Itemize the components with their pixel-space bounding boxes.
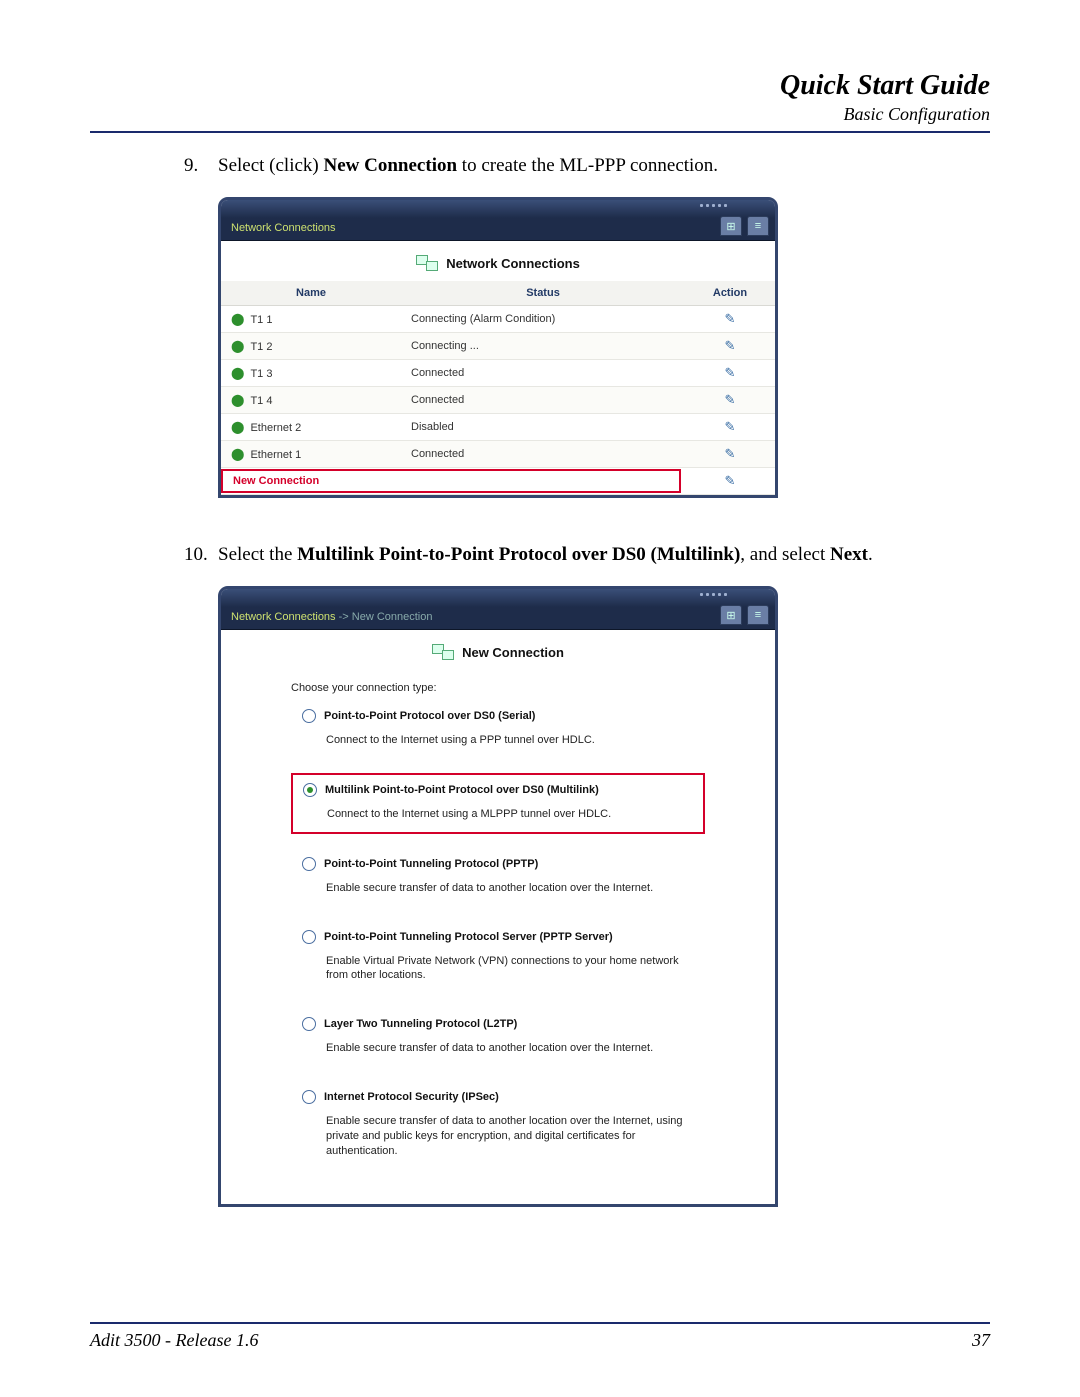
- step-9-number: 9.: [184, 155, 218, 177]
- screenshot-network-connections: ⊞ ≡ Network Connections Network Connecti…: [218, 197, 990, 498]
- step-10: 10. Select the Multilink Point-to-Point …: [184, 544, 990, 566]
- new-connection-row: New Connection ✎: [221, 468, 775, 495]
- iface-name: T1 2: [250, 341, 272, 353]
- footer-page: 37: [972, 1330, 990, 1351]
- window-titlebar: ⊞ ≡: [221, 589, 775, 607]
- interface-icon: ⬤: [231, 312, 244, 326]
- iface-status: Connecting (Alarm Condition): [401, 306, 685, 333]
- option-description: Enable secure transfer of data to anothe…: [302, 1031, 694, 1056]
- table-row[interactable]: ⬤ Ethernet 1 Connected ✎: [221, 441, 775, 468]
- page-footer: Adit 3500 - Release 1.6 37: [90, 1322, 990, 1351]
- radio-button[interactable]: [302, 1017, 316, 1031]
- table-row[interactable]: ⬤ Ethernet 2 Disabled ✎: [221, 414, 775, 441]
- iface-name: Ethernet 1: [250, 449, 301, 461]
- edit-icon[interactable]: ✎: [725, 365, 736, 380]
- option-title: Multilink Point-to-Point Protocol over D…: [325, 784, 599, 796]
- iface-status: Connected: [401, 441, 685, 468]
- option-title: Layer Two Tunneling Protocol (L2TP): [324, 1018, 517, 1030]
- iface-name: T1 3: [250, 368, 272, 380]
- iface-status: Connected: [401, 387, 685, 414]
- edit-icon[interactable]: ✎: [725, 338, 736, 353]
- iface-name: T1 4: [250, 395, 272, 407]
- new-connection-link[interactable]: New Connection: [233, 475, 319, 487]
- col-action: Action: [685, 281, 775, 306]
- option-description: Enable Virtual Private Network (VPN) con…: [302, 944, 694, 984]
- connection-type-options: Point-to-Point Protocol over DS0 (Serial…: [221, 700, 775, 1204]
- new-connection-highlight: New Connection: [221, 469, 681, 493]
- screenshot-new-connection: ⊞ ≡ Network Connections -> New Connectio…: [218, 586, 990, 1207]
- panel-title: New Connection: [221, 630, 775, 670]
- option-description: Connect to the Internet using a MLPPP tu…: [303, 797, 693, 822]
- edit-icon[interactable]: ✎: [725, 446, 736, 461]
- radio-button[interactable]: [303, 783, 317, 797]
- option-description: Enable secure transfer of data to anothe…: [302, 871, 694, 896]
- step-10-text: Select the Multilink Point-to-Point Prot…: [218, 544, 990, 566]
- page-header: Quick Start Guide Basic Configuration: [90, 70, 990, 133]
- table-row[interactable]: ⬤ T1 1 Connecting (Alarm Condition) ✎: [221, 306, 775, 333]
- iface-status: Disabled: [401, 414, 685, 441]
- breadcrumb: Network Connections: [221, 218, 775, 241]
- edit-icon[interactable]: ✎: [725, 392, 736, 407]
- option-title: Point-to-Point Tunneling Protocol Server…: [324, 931, 613, 943]
- option-description: Enable secure transfer of data to anothe…: [302, 1104, 694, 1159]
- step-9: 9. Select (click) New Connection to crea…: [184, 155, 990, 177]
- breadcrumb: Network Connections -> New Connection: [221, 607, 775, 630]
- step-10-number: 10.: [184, 544, 218, 566]
- option-title: Internet Protocol Security (IPSec): [324, 1091, 499, 1103]
- radio-button[interactable]: [302, 709, 316, 723]
- titlebar-icon-2[interactable]: ≡: [747, 216, 769, 236]
- table-row[interactable]: ⬤ T1 4 Connected ✎: [221, 387, 775, 414]
- iface-name: T1 1: [250, 314, 272, 326]
- connection-type-option[interactable]: Internet Protocol Security (IPSec)Enable…: [291, 1081, 705, 1170]
- connections-table: Name Status Action ⬤ T1 1 Connecting (Alar…: [221, 281, 775, 495]
- table-row[interactable]: ⬤ T1 2 Connecting ... ✎: [221, 333, 775, 360]
- iface-status: Connected: [401, 360, 685, 387]
- connection-type-option[interactable]: Multilink Point-to-Point Protocol over D…: [291, 773, 705, 834]
- option-title: Point-to-Point Tunneling Protocol (PPTP): [324, 858, 538, 870]
- iface-status: Connecting ...: [401, 333, 685, 360]
- choose-label: Choose your connection type:: [221, 670, 775, 700]
- radio-button[interactable]: [302, 857, 316, 871]
- footer-product: Adit 3500 - Release 1.6: [90, 1330, 258, 1351]
- doc-title: Quick Start Guide: [90, 70, 990, 102]
- connection-type-option[interactable]: Layer Two Tunneling Protocol (L2TP)Enabl…: [291, 1008, 705, 1067]
- window-titlebar: ⊞ ≡: [221, 200, 775, 218]
- titlebar-icon-2[interactable]: ≡: [747, 605, 769, 625]
- table-row[interactable]: ⬤ T1 3 Connected ✎: [221, 360, 775, 387]
- connection-type-option[interactable]: Point-to-Point Tunneling Protocol Server…: [291, 921, 705, 995]
- step-9-text: Select (click) New Connection to create …: [218, 155, 990, 177]
- connection-type-option[interactable]: Point-to-Point Tunneling Protocol (PPTP)…: [291, 848, 705, 907]
- radio-button[interactable]: [302, 1090, 316, 1104]
- radio-button[interactable]: [302, 930, 316, 944]
- panel-title: Network Connections: [221, 241, 775, 281]
- interface-icon: ⬤: [231, 447, 244, 461]
- network-icon: [432, 644, 454, 660]
- titlebar-icon-1[interactable]: ⊞: [720, 216, 742, 236]
- add-icon[interactable]: ✎: [725, 473, 736, 488]
- interface-icon: ⬤: [231, 420, 244, 434]
- interface-icon: ⬤: [231, 339, 244, 353]
- titlebar-icon-1[interactable]: ⊞: [720, 605, 742, 625]
- iface-name: Ethernet 2: [250, 422, 301, 434]
- interface-icon: ⬤: [231, 366, 244, 380]
- edit-icon[interactable]: ✎: [725, 311, 736, 326]
- option-title: Point-to-Point Protocol over DS0 (Serial…: [324, 710, 535, 722]
- network-icon: [416, 255, 438, 271]
- option-description: Connect to the Internet using a PPP tunn…: [302, 723, 694, 748]
- col-name: Name: [221, 281, 401, 306]
- interface-icon: ⬤: [231, 393, 244, 407]
- connection-type-option[interactable]: Point-to-Point Protocol over DS0 (Serial…: [291, 700, 705, 759]
- edit-icon[interactable]: ✎: [725, 419, 736, 434]
- col-status: Status: [401, 281, 685, 306]
- doc-subtitle: Basic Configuration: [90, 104, 990, 125]
